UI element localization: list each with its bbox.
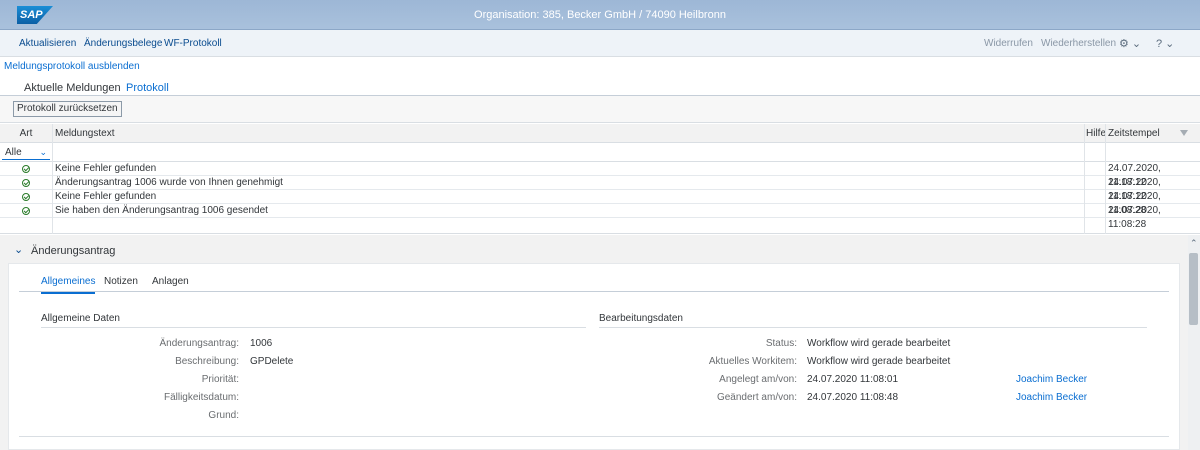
refresh-button[interactable]: Aktualisieren	[19, 38, 76, 49]
message-text: Sie haben den Änderungsantrag 1006 gesen…	[55, 205, 268, 216]
table-row[interactable]: Sie haben den Änderungsantrag 1006 gesen…	[0, 204, 1200, 230]
section-card: Allgemeines Notizen Anlagen Allgemeine D…	[8, 263, 1180, 450]
redo-button[interactable]: Wiederherstellen	[1041, 38, 1116, 49]
collapse-chevron-icon[interactable]: ⌄	[14, 243, 23, 256]
column-header-text[interactable]: Meldungstext	[52, 124, 1084, 143]
success-icon	[22, 207, 30, 215]
status-label: Status:	[765, 338, 797, 349]
table-row[interactable]: Änderungsantrag 1006 wurde von Ihnen gen…	[0, 176, 1200, 202]
success-icon	[22, 165, 30, 173]
priority-label: Priorität:	[201, 374, 239, 385]
section-title: Änderungsantrag	[31, 245, 116, 257]
reason-label: Grund:	[208, 410, 239, 421]
description-value: GPDelete	[250, 356, 294, 367]
message-text: Keine Fehler gefunden	[55, 191, 157, 202]
column-header-timestamp[interactable]: Zeitstempel	[1105, 124, 1200, 143]
created-label: Angelegt am/von:	[719, 374, 797, 385]
undo-button[interactable]: Widerrufen	[984, 38, 1033, 49]
created-by-link[interactable]: Joachim Becker	[1016, 374, 1087, 385]
scrollbar-thumb[interactable]	[1189, 253, 1198, 325]
change-docs-button[interactable]: Änderungsbelege	[84, 38, 162, 49]
column-divider	[52, 124, 53, 234]
vertical-scrollbar[interactable]: ⌃	[1188, 235, 1200, 450]
help-menu-icon[interactable]: ? ⌄	[1156, 37, 1174, 50]
chevron-down-icon: ⌄	[39, 147, 47, 157]
tab-notes[interactable]: Notizen	[104, 276, 138, 287]
general-data-title: Allgemeine Daten	[41, 313, 120, 324]
tab-attachments[interactable]: Anlagen	[152, 276, 189, 287]
reset-log-button[interactable]: Protokoll zurücksetzen	[13, 101, 122, 117]
column-header-help[interactable]: Hilfe	[1084, 124, 1106, 143]
sort-descending-icon[interactable]	[1180, 130, 1188, 136]
message-text: Keine Fehler gefunden	[55, 163, 157, 174]
log-toolbar: Protokoll zurücksetzen	[0, 96, 1200, 123]
change-request-section: ⌄ Änderungsantrag Allgemeines Notizen An…	[0, 235, 1188, 450]
status-value: Workflow wird gerade bearbeitet	[807, 338, 951, 349]
general-data-divider	[41, 327, 586, 328]
page-content: Meldungsprotokoll ausblenden Aktuelle Me…	[0, 57, 1200, 450]
filter-row: Alle ⌄	[0, 143, 1200, 162]
log-tabs: Aktuelle Meldungen Protokoll	[0, 79, 1200, 99]
success-icon	[22, 193, 30, 201]
scroll-up-icon[interactable]: ⌃	[1190, 238, 1198, 249]
change-request-label: Änderungsantrag:	[159, 338, 239, 349]
type-filter-select[interactable]: Alle ⌄	[2, 145, 50, 160]
application-toolbar: Aktualisieren Änderungsbelege WF-Protoko…	[0, 30, 1200, 57]
table-row-empty	[0, 218, 1200, 232]
changed-by-link[interactable]: Joachim Becker	[1016, 392, 1087, 403]
column-header-art[interactable]: Art	[0, 124, 52, 143]
table-row[interactable]: Keine Fehler gefunden 24.07.2020, 11:08:…	[0, 190, 1200, 216]
processing-data-divider	[599, 327, 1147, 328]
tab-current-messages[interactable]: Aktuelle Meldungen	[24, 82, 121, 94]
processing-data-title: Bearbeitungsdaten	[599, 313, 683, 324]
detail-tabs: Allgemeines Notizen Anlagen	[19, 272, 1169, 294]
column-header-timestamp-label: Zeitstempel	[1108, 128, 1160, 139]
settings-menu-icon[interactable]: ⚙ ⌄	[1119, 37, 1141, 50]
changed-label: Geändert am/von:	[716, 392, 797, 403]
change-request-value: 1006	[250, 338, 273, 349]
card-footer-divider	[19, 436, 1169, 437]
due-date-label: Fälligkeitsdatum:	[163, 392, 239, 403]
tab-protocol[interactable]: Protokoll	[126, 82, 169, 99]
tab-general[interactable]: Allgemeines	[41, 276, 96, 294]
description-label: Beschreibung:	[175, 356, 239, 367]
workitem-value: Workflow wird gerade bearbeitet	[807, 356, 951, 367]
message-text: Änderungsantrag 1006 wurde von Ihnen gen…	[55, 177, 283, 188]
success-icon	[22, 179, 30, 187]
workitem-label: Aktuelles Workitem:	[708, 356, 797, 367]
section-header[interactable]: ⌄ Änderungsantrag	[0, 235, 1188, 265]
changed-value: 24.07.2020 11:08:48	[807, 392, 899, 403]
message-table: Art Meldungstext Hilfe Zeitstempel Alle …	[0, 124, 1200, 234]
created-value: 24.07.2020 11:08:01	[807, 374, 899, 385]
shell-title: Organisation: 385, Becker GmbH / 74090 H…	[474, 9, 726, 21]
type-filter-value: Alle	[5, 147, 22, 158]
wf-log-button[interactable]: WF-Protokoll	[164, 38, 222, 49]
shell-bar: SAP Organisation: 385, Becker GmbH / 740…	[0, 0, 1200, 30]
column-divider	[1105, 124, 1106, 234]
column-divider	[1084, 124, 1085, 234]
table-row[interactable]: Keine Fehler gefunden 24.07.2020, 11:18:…	[0, 162, 1200, 188]
hide-log-link[interactable]: Meldungsprotokoll ausblenden	[4, 61, 140, 72]
